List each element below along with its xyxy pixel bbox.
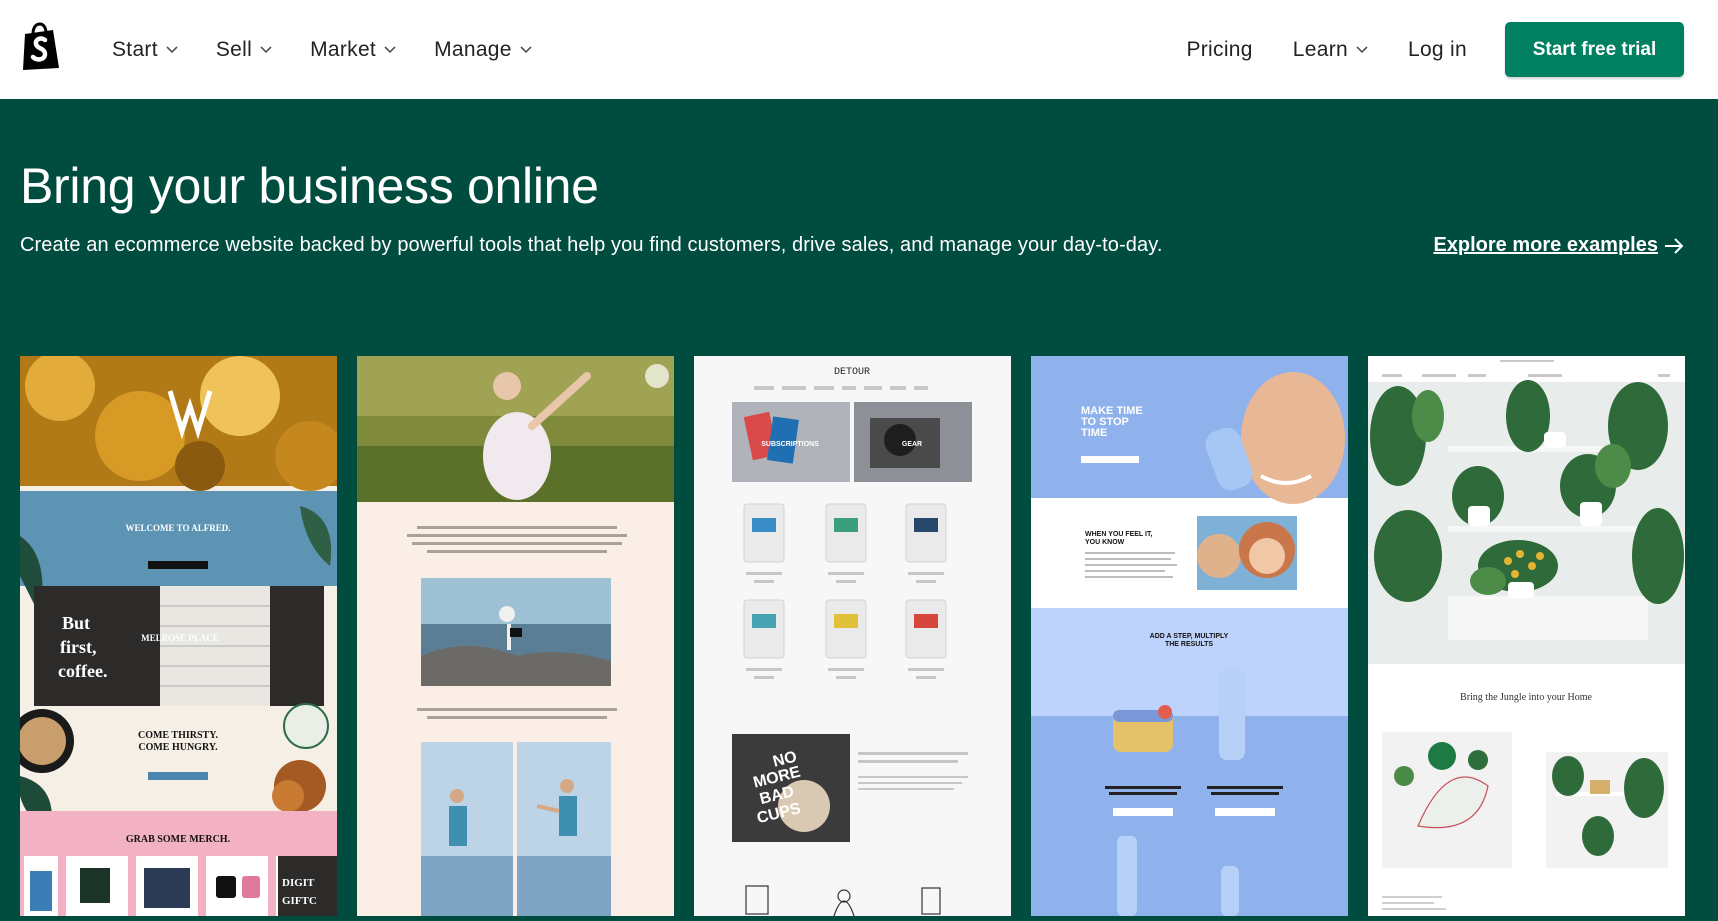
nav-learn[interactable]: Learn — [1293, 38, 1368, 62]
beauty-site-preview: MAKE TIME TO STOP TIME WHEN YOU FEEL IT,… — [1031, 356, 1348, 916]
shopify-bag-icon[interactable] — [19, 22, 63, 72]
nav-pricing[interactable]: Pricing — [1186, 38, 1252, 62]
detour-gear-text: GEAR — [902, 441, 922, 448]
explore-examples-link[interactable]: Explore more examples — [1433, 234, 1684, 257]
alfred-come-thirsty-text: COME THIRSTY. — [138, 730, 219, 741]
example-card-beauty[interactable]: MAKE TIME TO STOP TIME WHEN YOU FEEL IT,… — [1031, 356, 1348, 916]
detour-site-preview: DETOUR SUBSCRIPTIONS GEAR NO MORE BAD CU… — [694, 356, 1011, 916]
chevron-down-icon — [520, 45, 532, 53]
example-card-alfred[interactable]: WELCOME TO ALFRED. But first, coffee. ME… — [20, 356, 337, 916]
nav-login[interactable]: Log in — [1408, 38, 1467, 62]
alfred-giftc-text: GIFTC — [282, 895, 317, 907]
alfred-merch-text: GRAB SOME MERCH. — [126, 834, 231, 845]
jungle-site-preview: Bring the Jungle into your Home — [1368, 356, 1685, 916]
chevron-down-icon — [166, 45, 178, 53]
nav-sell-label: Sell — [215, 37, 253, 61]
nav-pricing-label: Pricing — [1186, 37, 1253, 61]
nav-manage-label: Manage — [434, 37, 512, 61]
arrow-right-icon — [1665, 237, 1684, 254]
explore-examples-label: Explore more examples — [1433, 234, 1658, 256]
detour-brand-text: DETOUR — [834, 367, 870, 378]
chevron-down-icon — [1356, 45, 1368, 53]
site-header: Start Sell Market Manage Pricing Learn L… — [0, 0, 1718, 99]
nav-market-label: Market — [310, 37, 377, 61]
beauty-results-text: THE RESULTS — [1165, 641, 1213, 648]
alfred-coffee-text: coffee. — [58, 661, 107, 681]
nav-sell[interactable]: Sell — [216, 38, 272, 62]
beauty-time-text: TIME — [1081, 427, 1107, 439]
jungle-tagline-text: Bring the Jungle into your Home — [1460, 692, 1592, 703]
alfred-site-preview: WELCOME TO ALFRED. But first, coffee. ME… — [20, 356, 337, 916]
example-card-jungle[interactable]: Bring the Jungle into your Home — [1368, 356, 1685, 916]
nav-market[interactable]: Market — [310, 38, 396, 62]
primary-nav: Start Sell Market Manage — [112, 0, 570, 99]
secondary-nav: Pricing Learn Log in Start free trial — [1186, 0, 1718, 99]
nav-start-label: Start — [112, 37, 158, 61]
movement-site-preview — [357, 356, 674, 916]
start-free-trial-button[interactable]: Start free trial — [1505, 22, 1684, 77]
alfred-melrose-text: MELROSE PLACE — [141, 633, 219, 643]
example-card-detour[interactable]: DETOUR SUBSCRIPTIONS GEAR NO MORE BAD CU… — [694, 356, 1011, 916]
hero-subtitle: Create an ecommerce website backed by po… — [20, 234, 1163, 256]
alfred-first-text: first, — [60, 637, 96, 657]
page-title: Bring your business online — [20, 158, 599, 214]
example-card-movement[interactable] — [357, 356, 674, 916]
nav-learn-label: Learn — [1292, 37, 1348, 61]
alfred-but-text: But — [62, 613, 90, 633]
chevron-down-icon — [384, 45, 396, 53]
alfred-welcome-text: WELCOME TO ALFRED. — [126, 523, 231, 533]
chevron-down-icon — [260, 45, 272, 53]
nav-login-label: Log in — [1407, 37, 1467, 61]
beauty-feel-it-text: WHEN YOU FEEL IT, — [1085, 531, 1152, 538]
alfred-come-hungry-text: COME HUNGRY. — [138, 742, 218, 753]
alfred-digital-text: DIGIT — [282, 877, 315, 889]
nav-start[interactable]: Start — [112, 38, 178, 62]
beauty-add-step-text: ADD A STEP, MULTIPLY — [1150, 633, 1229, 640]
nav-manage[interactable]: Manage — [434, 38, 532, 62]
detour-subscriptions-text: SUBSCRIPTIONS — [761, 441, 819, 448]
beauty-you-know-text: YOU KNOW — [1085, 539, 1125, 546]
